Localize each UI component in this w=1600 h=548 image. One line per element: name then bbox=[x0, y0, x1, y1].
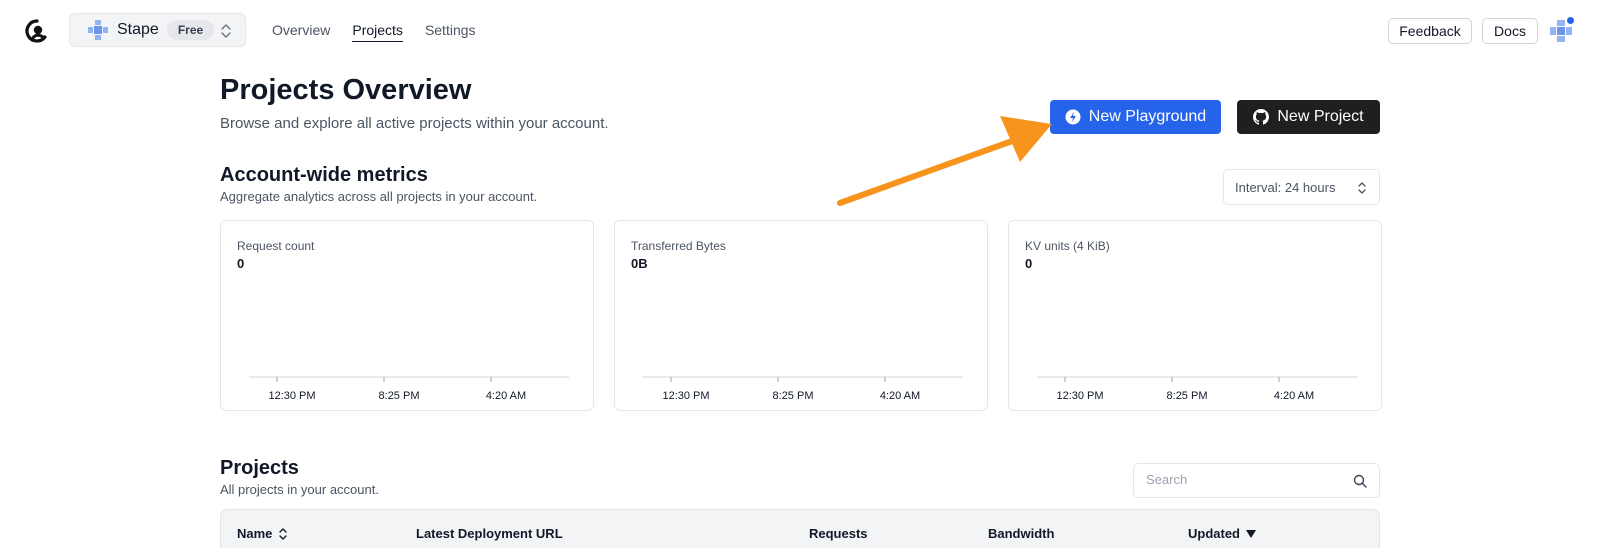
annotation-arrow-icon bbox=[837, 116, 1052, 206]
column-header-name[interactable]: Name bbox=[237, 526, 288, 541]
x-tick-label: 8:25 PM bbox=[379, 390, 420, 402]
column-header-bandwidth[interactable]: Bandwidth bbox=[988, 526, 1054, 541]
top-header: Stape Free Overview Projects Settings Fe… bbox=[0, 0, 1600, 62]
column-label: Latest Deployment URL bbox=[416, 526, 563, 541]
column-header-requests[interactable]: Requests bbox=[809, 526, 868, 541]
column-label: Name bbox=[237, 526, 273, 541]
bolt-icon bbox=[1065, 109, 1081, 125]
metric-card-kv-units: KV units (4 KiB) 0 12:30 PM 8:25 PM 4:20… bbox=[1008, 220, 1382, 411]
notification-dot bbox=[1566, 16, 1575, 25]
project-search bbox=[1133, 463, 1380, 498]
x-tick-label: 8:25 PM bbox=[773, 390, 814, 402]
chevron-up-down-icon bbox=[1358, 182, 1366, 194]
metric-chart: 12:30 PM 8:25 PM 4:20 AM bbox=[249, 376, 569, 402]
projects-title: Projects bbox=[220, 457, 299, 479]
github-icon bbox=[1253, 109, 1270, 125]
x-tick-label: 4:20 AM bbox=[486, 390, 526, 402]
projects-table-header: Name Latest Deployment URL Requests Band… bbox=[220, 509, 1380, 548]
sort-icon bbox=[279, 527, 288, 540]
x-tick-label: 12:30 PM bbox=[268, 390, 315, 402]
page-title: Projects Overview bbox=[220, 74, 472, 106]
nav-overview[interactable]: Overview bbox=[272, 22, 330, 42]
x-tick-label: 12:30 PM bbox=[662, 390, 709, 402]
chevron-up-down-icon bbox=[221, 24, 231, 38]
nav-projects[interactable]: Projects bbox=[352, 22, 403, 42]
metric-card-transferred-bytes: Transferred Bytes 0B 12:30 PM 8:25 PM 4:… bbox=[614, 220, 988, 411]
x-tick-label: 8:25 PM bbox=[1167, 390, 1208, 402]
x-tick-label: 4:20 AM bbox=[880, 390, 920, 402]
nav-settings[interactable]: Settings bbox=[425, 22, 476, 42]
search-input[interactable] bbox=[1146, 472, 1346, 487]
interval-select[interactable]: Interval: 24 hours bbox=[1223, 169, 1380, 205]
feedback-button[interactable]: Feedback bbox=[1388, 18, 1472, 44]
sort-desc-icon bbox=[1246, 529, 1256, 538]
org-switcher[interactable]: Stape Free bbox=[69, 13, 246, 47]
plan-badge: Free bbox=[166, 20, 215, 40]
x-tick-label: 4:20 AM bbox=[1274, 390, 1314, 402]
app-logo-icon[interactable] bbox=[24, 18, 50, 44]
x-tick-label: 12:30 PM bbox=[1056, 390, 1103, 402]
projects-subtitle: All projects in your account. bbox=[220, 482, 379, 497]
new-project-button[interactable]: New Project bbox=[1237, 100, 1380, 134]
docs-button[interactable]: Docs bbox=[1482, 18, 1538, 44]
org-avatar-icon bbox=[88, 20, 108, 40]
metric-chart: 12:30 PM 8:25 PM 4:20 AM bbox=[1037, 376, 1357, 402]
new-playground-label: New Playground bbox=[1088, 108, 1207, 125]
column-header-url[interactable]: Latest Deployment URL bbox=[416, 526, 563, 541]
page-subtitle: Browse and explore all active projects w… bbox=[220, 115, 609, 132]
metrics-title: Account-wide metrics bbox=[220, 164, 428, 186]
metric-chart: 12:30 PM 8:25 PM 4:20 AM bbox=[643, 376, 963, 402]
new-playground-button[interactable]: New Playground bbox=[1050, 100, 1221, 134]
main-nav: Overview Projects Settings bbox=[272, 22, 498, 42]
column-label: Bandwidth bbox=[988, 526, 1055, 541]
org-name: Stape bbox=[117, 21, 159, 38]
search-icon[interactable] bbox=[1353, 474, 1367, 488]
metrics-subtitle: Aggregate analytics across all projects … bbox=[220, 189, 538, 204]
column-label: Updated bbox=[1188, 526, 1240, 541]
metric-card-requests: Request count 0 12:30 PM 8:25 PM 4:20 AM bbox=[220, 220, 594, 411]
column-label: Requests bbox=[809, 526, 868, 541]
column-header-updated[interactable]: Updated bbox=[1188, 526, 1256, 541]
interval-label: Interval: 24 hours bbox=[1235, 179, 1336, 195]
new-project-label: New Project bbox=[1277, 108, 1364, 125]
